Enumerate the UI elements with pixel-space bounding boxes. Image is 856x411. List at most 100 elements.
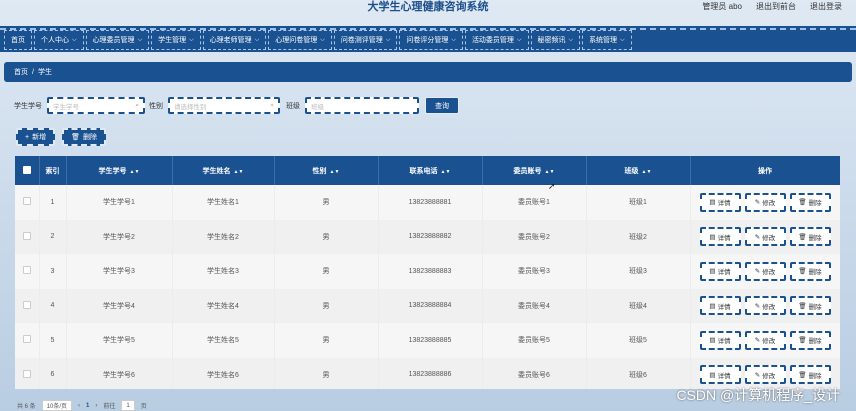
plus-icon: +: [25, 133, 30, 141]
row-checkbox[interactable]: [22, 197, 31, 206]
student-no-input[interactable]: 学生学号 ⌕: [47, 97, 145, 114]
row-select-cell: [15, 323, 40, 358]
detail-button[interactable]: ▤ 详情: [699, 227, 741, 247]
select-all-checkbox[interactable]: [22, 165, 31, 174]
sort-icon: ▲▼: [544, 168, 555, 175]
cell-class: 班级6: [586, 357, 691, 389]
edit-button[interactable]: ✎ 修改: [744, 192, 786, 212]
cell-class: 班级5: [586, 323, 691, 358]
cell-index: 1: [39, 185, 67, 220]
header-student-name[interactable]: 学生姓名 ▲▼: [172, 156, 275, 185]
detail-button[interactable]: ▤ 详情: [699, 192, 741, 212]
delete-button-label: 删除: [808, 269, 822, 277]
delete-button[interactable]: 🗑 删除: [789, 296, 831, 316]
chevron-down-icon: ⌵: [451, 36, 456, 43]
delete-button[interactable]: 🗑 删除: [789, 261, 831, 281]
trash-icon: 🗑: [798, 199, 807, 207]
detail-button[interactable]: ▤ 详情: [699, 330, 741, 350]
cell-gender: 男: [274, 357, 379, 389]
table-row: 4 学生学号4 学生姓名4 男 13823888884 委员账号4 班级4 ▤ 详情 ✎ 修改 🗑 删除: [15, 288, 840, 323]
delete-button[interactable]: 🗑 删除: [789, 365, 831, 385]
detail-button-label: 详情: [717, 200, 731, 208]
breadcrumb-home[interactable]: 首页: [14, 67, 28, 77]
row-checkbox[interactable]: [22, 335, 31, 344]
cell-account: 委员账号2: [482, 219, 587, 254]
detail-button[interactable]: ▤ 详情: [699, 261, 741, 281]
add-button[interactable]: + 新增: [16, 128, 56, 146]
cell-operations: ▤ 详情 ✎ 修改 🗑 删除: [690, 185, 840, 220]
nav-student[interactable]: 学生管理 ⌵: [151, 30, 201, 50]
edit-button[interactable]: ✎ 修改: [744, 330, 786, 350]
delete-button[interactable]: 🗑 删除: [789, 192, 831, 212]
detail-button[interactable]: ▤ 详情: [699, 296, 741, 316]
row-checkbox[interactable]: [22, 266, 31, 275]
nav-secret[interactable]: 秘密频讯 ⌵: [530, 30, 581, 50]
edit-button[interactable]: ✎ 修改: [744, 365, 786, 385]
delete-button[interactable]: 🗑 删除: [789, 330, 831, 350]
total-count: 共 6 条: [17, 404, 36, 410]
header-account[interactable]: 委员账号 ▲▼: [482, 156, 587, 185]
table-body: 1 学生学号1 学生姓名1 男 13823888881 委员账号1 班级1 ▤ 详情 ✎ 修改 🗑 删除…: [15, 185, 840, 389]
nav-committee[interactable]: 心理委员管理 ⌵: [85, 30, 150, 50]
student-no-placeholder: 学生学号: [53, 103, 79, 111]
edit-button[interactable]: ✎ 修改: [744, 227, 786, 247]
class-input[interactable]: 班级: [305, 97, 419, 114]
search-button[interactable]: 查询: [425, 97, 459, 114]
goto-input[interactable]: 1: [121, 400, 135, 411]
cell-student-no: 学生学号2: [66, 219, 173, 254]
nav-evaluation[interactable]: 问卷测评管理 ⌵: [333, 30, 398, 50]
header-index: 索引: [39, 156, 67, 185]
nav-personal-center[interactable]: 个人中心 ⌵: [34, 30, 84, 50]
back-to-front-link[interactable]: 退出到前台: [756, 1, 796, 12]
cell-gender: 男: [274, 185, 379, 220]
admin-user-link[interactable]: 管理员 abo: [702, 1, 742, 12]
cell-student-name: 学生姓名1: [172, 185, 275, 220]
edit-icon: ✎: [754, 371, 761, 379]
cell-account: 委员账号1: [482, 185, 587, 220]
edit-button[interactable]: ✎ 修改: [744, 261, 786, 281]
chevron-down-icon: ⌵: [137, 36, 143, 43]
next-page-icon[interactable]: ›: [95, 403, 97, 409]
chevron-down-icon: ⌵: [72, 36, 77, 43]
prev-page-icon[interactable]: ‹: [78, 403, 80, 409]
header-student-no[interactable]: 学生学号 ▲▼: [66, 156, 173, 185]
batch-delete-button[interactable]: 🗑 删除: [62, 128, 106, 146]
trash-icon: 🗑: [798, 337, 807, 345]
nav-system[interactable]: 系统管理 ⌵: [582, 30, 632, 50]
trash-icon: 🗑: [798, 302, 807, 310]
edit-button-label: 修改: [762, 372, 776, 380]
nav-scoring[interactable]: 问卷评分管理 ⌵: [399, 30, 463, 50]
header-operations: 操作: [690, 156, 840, 185]
chevron-down-icon: ⌵: [189, 36, 194, 43]
header-gender[interactable]: 性别 ▲▼: [274, 156, 379, 185]
detail-button[interactable]: ▤ 详情: [699, 365, 741, 385]
edit-button[interactable]: ✎ 修改: [744, 296, 786, 316]
cell-operations: ▤ 详情 ✎ 修改 🗑 删除: [690, 323, 840, 358]
nav-questionnaire[interactable]: 心理问卷管理 ⌵: [268, 30, 332, 50]
page-size-select[interactable]: 10条/页: [41, 400, 73, 411]
cell-gender: 男: [274, 254, 379, 289]
gender-select[interactable]: 请选择性别 ⌕: [168, 97, 280, 114]
cell-index: 6: [39, 357, 67, 389]
detail-button-label: 详情: [717, 234, 731, 242]
chevron-down-icon: ⌵: [568, 36, 574, 43]
logout-link[interactable]: 退出登录: [810, 1, 842, 12]
nav-home[interactable]: 首页: [4, 30, 32, 50]
nav-label: 秘密频讯: [537, 37, 566, 44]
nav-activity[interactable]: 活动委员管理 ⌵: [464, 30, 529, 50]
cell-student-name: 学生姓名2: [172, 219, 275, 254]
chevron-down-icon: ⌵: [254, 36, 260, 43]
edit-icon: ✎: [754, 199, 761, 207]
header-class[interactable]: 班级 ▲▼: [586, 156, 691, 185]
cell-phone: 13823888886: [378, 357, 483, 389]
header-phone[interactable]: 联系电话 ▲▼: [378, 156, 483, 185]
row-checkbox[interactable]: [22, 300, 31, 309]
trash-icon: 🗑: [798, 268, 807, 276]
cell-student-name: 学生姓名5: [172, 323, 275, 358]
delete-button[interactable]: 🗑 删除: [789, 227, 831, 247]
page-number[interactable]: 1: [86, 403, 89, 409]
cell-student-no: 学生学号4: [66, 288, 173, 323]
nav-teacher[interactable]: 心理老师管理 ⌵: [202, 30, 267, 50]
row-checkbox[interactable]: [22, 231, 31, 240]
row-checkbox[interactable]: [22, 369, 31, 378]
